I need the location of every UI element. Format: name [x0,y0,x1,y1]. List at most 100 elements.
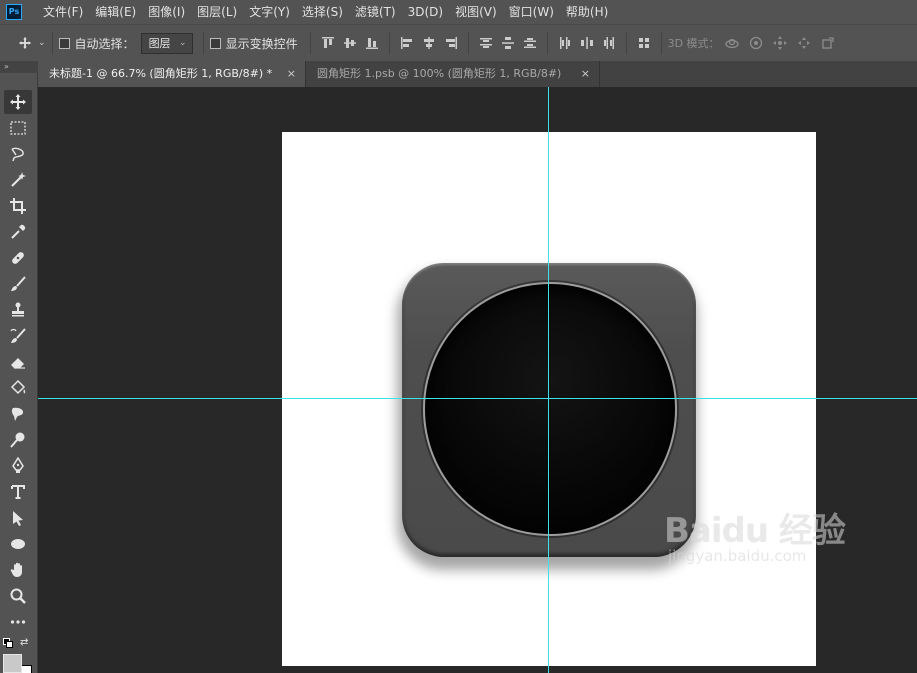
document-tab-title: 圆角矩形 1.psb @ 100% (圆角矩形 1, RGB/8#) [317,67,562,80]
distribute-bottom-edges-icon[interactable] [519,32,541,54]
document-tab-active[interactable]: 未标题-1 @ 66.7% (圆角矩形 1, RGB/8#) * × [38,61,306,87]
canvas-workspace[interactable] [38,87,917,673]
show-transform-label: 显示变换控件 [225,36,298,51]
healing-brush-tool[interactable] [4,246,32,270]
ellipse-tool[interactable] [4,532,32,556]
type-icon [11,485,25,499]
align-vertical-centers-icon[interactable] [339,32,361,54]
menu-3d[interactable]: 3D(D) [402,0,449,24]
ellipse-icon [11,539,25,549]
healing-brush-icon [12,252,24,264]
menu-select[interactable]: 选择(S) [296,0,349,24]
panel-collapse-grip[interactable]: » [0,61,38,73]
align-horizontal-centers-icon[interactable] [418,32,440,54]
eraser-tool[interactable] [4,350,32,374]
paint-bucket-tool[interactable] [4,376,32,400]
foreground-color-swatch[interactable] [3,654,22,673]
show-transform-checkbox[interactable] [209,37,221,49]
default-colors-icon[interactable] [3,638,14,649]
menu-filter[interactable]: 滤镜(T) [349,0,402,24]
auto-select-label: 自动选择： [74,36,135,51]
clone-stamp-tool[interactable] [4,298,32,322]
menu-window[interactable]: 窗口(W) [503,0,560,24]
rectangular-marquee-icon [10,121,26,135]
distribute-top-edges-icon[interactable] [475,32,497,54]
zoom-tool[interactable] [4,584,32,608]
slide-3d-icon [792,32,816,54]
menu-type[interactable]: 文字(Y) [243,0,296,24]
magic-wand-icon [11,172,26,187]
more-tools-button[interactable] [4,610,32,634]
rectangular-marquee-tool[interactable] [4,116,32,140]
options-divider [202,32,204,54]
document-tab[interactable]: 圆角矩形 1.psb @ 100% (圆角矩形 1, RGB/8#) × [306,61,600,87]
document-tab-bar: 未标题-1 @ 66.7% (圆角矩形 1, RGB/8#) * × 圆角矩形 … [38,61,917,87]
path-selection-icon [13,511,23,526]
roll-3d-icon [744,32,768,54]
align-bottom-edges-icon[interactable] [361,32,383,54]
distribute-vertical-centers-icon[interactable] [497,32,519,54]
align-top-edges-icon[interactable] [317,32,339,54]
hand-icon [10,562,22,577]
path-selection-tool[interactable] [4,506,32,530]
close-icon[interactable]: × [581,61,590,87]
circle-layer[interactable] [423,282,677,536]
eyedropper-icon [11,224,26,239]
brush-icon [11,276,26,291]
options-divider [388,32,390,54]
options-divider [309,32,311,54]
menu-view[interactable]: 视图(V) [449,0,503,24]
auto-select-checkbox[interactable] [58,37,70,49]
dodge-tool[interactable] [4,428,32,452]
history-brush-tool[interactable] [4,324,32,348]
auto-select-target-dropdown[interactable]: 图层 ⌄ [140,32,193,54]
watermark-logo: Baidu 经验 [664,511,846,551]
options-divider [51,32,53,54]
orbit-3d-icon [720,32,744,54]
chevron-down-icon[interactable]: ⌄ [38,38,46,48]
eyedropper-tool[interactable] [4,220,32,244]
crop-tool[interactable] [4,194,32,218]
options-divider [660,32,662,54]
horizontal-guide[interactable] [38,398,917,399]
watermark-url: jingyan.baidu.com [668,547,807,565]
scale-3d-icon [816,32,840,54]
menu-image[interactable]: 图像(I) [142,0,191,24]
photoshop-logo-icon: Ps [6,4,22,20]
menu-layer[interactable]: 图层(L) [191,0,243,24]
menu-help[interactable]: 帮助(H) [560,0,614,24]
distribute-horizontal-centers-icon[interactable] [576,32,598,54]
smudge-tool[interactable] [4,402,32,426]
document-tab-title: 未标题-1 @ 66.7% (圆角矩形 1, RGB/8#) * [49,67,273,80]
document-canvas[interactable] [282,132,816,666]
distribute-right-edges-icon[interactable] [598,32,620,54]
dodge-icon [10,432,25,448]
baidu-watermark: Baidu 经验 jingyan.baidu.com [664,503,874,573]
pen-tool[interactable] [4,454,32,478]
options-divider [467,32,469,54]
menu-edit[interactable]: 编辑(E) [89,0,142,24]
move-tool-preset-icon[interactable] [14,32,36,54]
vertical-guide[interactable] [548,87,549,673]
type-tool[interactable] [4,480,32,504]
menu-file[interactable]: 文件(F) [37,0,89,24]
distribute-left-edges-icon[interactable] [554,32,576,54]
history-brush-icon [10,328,26,343]
lasso-tool[interactable] [4,142,32,166]
auto-align-layers-icon[interactable] [633,32,655,54]
move-tool[interactable] [4,90,32,114]
tools-panel: » ⇄ [0,61,38,673]
options-bar: ⌄ 自动选择： 图层 ⌄ 显示变换控件 3D 模式： [0,24,917,61]
swap-colors-icon[interactable]: ⇄ [20,637,28,648]
align-right-edges-icon[interactable] [440,32,462,54]
close-icon[interactable]: × [287,61,296,87]
options-divider [546,32,548,54]
smudge-icon [11,407,24,421]
hand-tool[interactable] [4,558,32,582]
align-left-edges-icon[interactable] [396,32,418,54]
paint-bucket-icon [10,379,26,395]
mode-3d-label: 3D 模式： [667,37,720,50]
magic-wand-tool[interactable] [4,168,32,192]
brush-tool[interactable] [4,272,32,296]
eraser-icon [11,358,25,369]
